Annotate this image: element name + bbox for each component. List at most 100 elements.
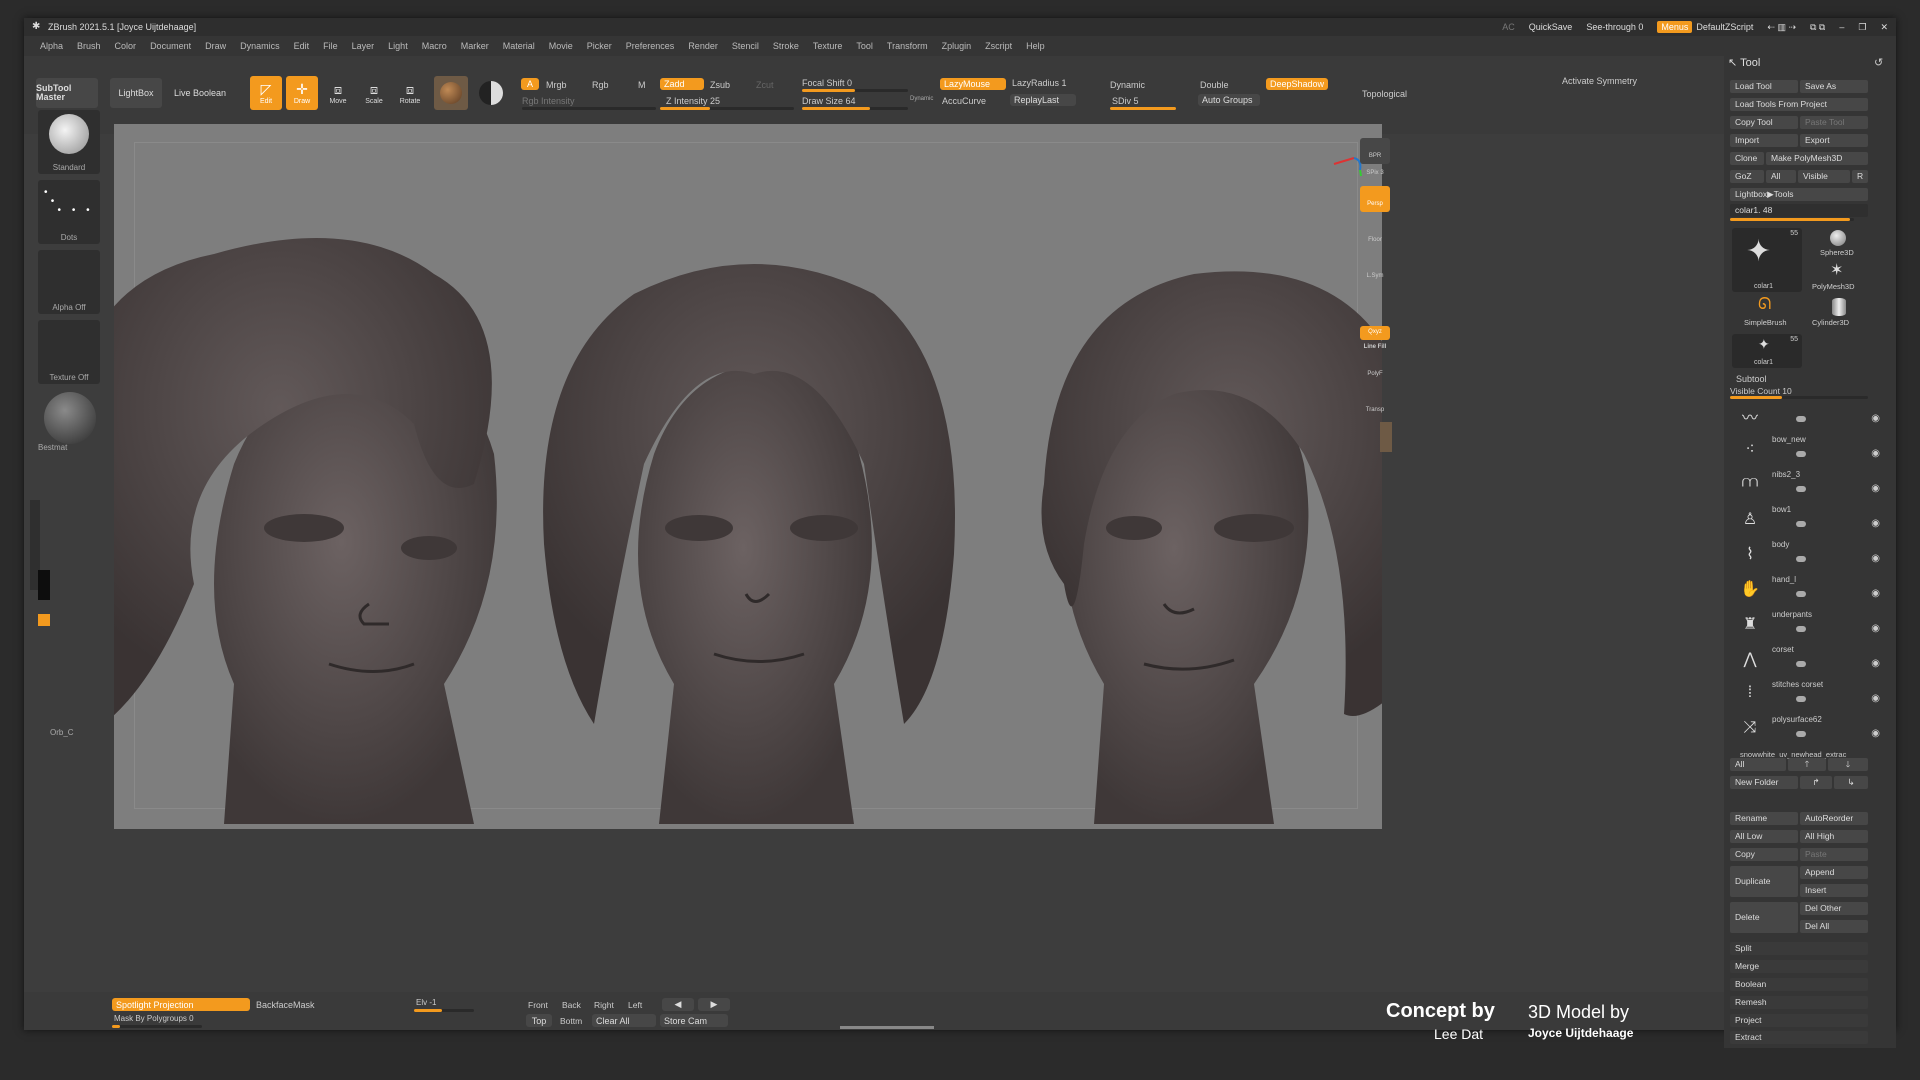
subtool-toggle[interactable] bbox=[1796, 731, 1806, 737]
persp-toggle[interactable]: Persp bbox=[1360, 186, 1390, 212]
autoreorder-button[interactable]: AutoReorder bbox=[1800, 812, 1868, 825]
subtool-row-polysurface62[interactable]: ⤨ polysurface62 ◉ bbox=[1738, 715, 1880, 750]
next-view-button[interactable]: ▶ bbox=[698, 998, 730, 1011]
paste-subtool-button[interactable]: Paste bbox=[1800, 848, 1868, 861]
material-picker[interactable] bbox=[434, 76, 468, 110]
menu-file[interactable]: File bbox=[323, 41, 338, 51]
menu-marker[interactable]: Marker bbox=[461, 41, 489, 51]
subtool-toggle[interactable] bbox=[1796, 451, 1806, 457]
copy-tool-button[interactable]: Copy Tool bbox=[1730, 116, 1798, 129]
focal-shift-track[interactable] bbox=[802, 89, 908, 92]
topological-toggle[interactable]: Topological bbox=[1362, 89, 1407, 99]
subtool-toggle[interactable] bbox=[1796, 696, 1806, 702]
subtool-row-stitches-corset[interactable]: ⁞ stitches corset ◉ bbox=[1738, 680, 1880, 715]
eye-icon[interactable]: ◉ bbox=[1871, 588, 1880, 599]
auto-groups-button[interactable]: Auto Groups bbox=[1198, 94, 1260, 106]
palette-reset-icon[interactable]: ↺ bbox=[1874, 56, 1883, 69]
goz-visible-button[interactable]: Visible bbox=[1798, 170, 1850, 183]
double-toggle[interactable]: Double bbox=[1200, 80, 1229, 90]
subtool-row-nibs2-3[interactable]: ⩋ nibs2_3 ◉ bbox=[1738, 470, 1880, 505]
transp-toggle[interactable]: Transp bbox=[1360, 392, 1390, 418]
make-polymesh3d-button[interactable]: Make PolyMesh3D bbox=[1766, 152, 1868, 165]
eye-icon[interactable]: ◉ bbox=[1871, 553, 1880, 564]
project-section[interactable]: Project bbox=[1730, 1014, 1868, 1027]
export-button[interactable]: Export bbox=[1800, 134, 1868, 147]
layout-switch-icon[interactable]: ⧉ ⧉ bbox=[1810, 22, 1825, 33]
draw-size-slider[interactable]: Draw Size 64 bbox=[802, 96, 856, 106]
edit-mode-button[interactable]: ◸ Edit bbox=[250, 76, 282, 110]
top-view-button[interactable]: Top bbox=[526, 1014, 552, 1027]
document-canvas[interactable] bbox=[114, 124, 1382, 829]
lightbox-button[interactable]: LightBox bbox=[110, 78, 162, 108]
subtool-row-hand-l[interactable]: ✋ hand_l ◉ bbox=[1738, 575, 1880, 610]
draw-size-track[interactable] bbox=[802, 107, 908, 110]
delete-button[interactable]: Delete bbox=[1730, 902, 1798, 933]
menu-document[interactable]: Document bbox=[150, 41, 191, 51]
elv-track[interactable] bbox=[414, 1009, 474, 1012]
deepshadow-toggle[interactable]: DeepShadow bbox=[1266, 78, 1328, 90]
menu-stencil[interactable]: Stencil bbox=[732, 41, 759, 51]
del-other-button[interactable]: Del Other bbox=[1800, 902, 1868, 915]
tool-thumb-cylinder3d[interactable]: Cylinder3D bbox=[1810, 296, 1866, 330]
move-mode-button[interactable]: ⧈ Move bbox=[322, 76, 354, 110]
menu-preferences[interactable]: Preferences bbox=[626, 41, 675, 51]
solo-toggle[interactable] bbox=[1380, 422, 1392, 452]
floor-toggle[interactable]: Floor bbox=[1360, 222, 1390, 248]
subtool-toggle[interactable] bbox=[1796, 661, 1806, 667]
see-through-slider[interactable]: See-through 0 bbox=[1586, 22, 1643, 32]
m-button[interactable]: M bbox=[638, 80, 646, 90]
boolean-section[interactable]: Boolean bbox=[1730, 978, 1868, 991]
right-view-button[interactable]: Right bbox=[594, 1000, 614, 1010]
subtool-up-button[interactable]: 🡑 bbox=[1788, 758, 1826, 771]
sdiv-track[interactable] bbox=[1110, 107, 1176, 110]
subtool-header[interactable]: Subtool bbox=[1736, 374, 1767, 384]
subtool-toggle[interactable] bbox=[1796, 521, 1806, 527]
tool-thumb-colar1[interactable]: ✦ 55 colar1 bbox=[1732, 228, 1802, 292]
alt-color-toggle[interactable] bbox=[38, 614, 50, 626]
eye-icon[interactable]: ◉ bbox=[1871, 518, 1880, 529]
menu-light[interactable]: Light bbox=[388, 41, 408, 51]
menu-transform[interactable]: Transform bbox=[887, 41, 928, 51]
current-tool-slider[interactable]: colar1. 48 bbox=[1730, 204, 1868, 217]
menu-alpha[interactable]: Alpha bbox=[40, 41, 63, 51]
menu-texture[interactable]: Texture bbox=[813, 41, 843, 51]
menus-toggle[interactable]: Menus bbox=[1657, 21, 1693, 33]
layout-arrows-icon[interactable]: ⇠ ▥ ⇢ bbox=[1767, 22, 1796, 33]
menu-edit[interactable]: Edit bbox=[294, 41, 310, 51]
visible-count-slider[interactable]: Visible Count 10 bbox=[1730, 386, 1792, 396]
current-tool-track[interactable] bbox=[1730, 218, 1854, 221]
subtool-row-body[interactable]: ⌇ body ◉ bbox=[1738, 540, 1880, 575]
append-button[interactable]: Append bbox=[1800, 866, 1868, 879]
tool-palette-header[interactable]: ↖ Tool bbox=[1728, 56, 1760, 69]
bpr-button[interactable]: BPR bbox=[1360, 138, 1390, 164]
sdiv-slider[interactable]: SDiv 5 bbox=[1112, 96, 1139, 106]
goz-button[interactable]: GoZ bbox=[1730, 170, 1764, 183]
lock-icon[interactable] bbox=[1360, 294, 1390, 320]
lazyradius-slider[interactable]: LazyRadius 1 bbox=[1012, 78, 1067, 88]
tool-thumb-colar1-secondary[interactable]: ✦ 55 colar1 bbox=[1732, 334, 1802, 368]
goz-r-button[interactable]: R bbox=[1852, 170, 1868, 183]
clone-button[interactable]: Clone bbox=[1730, 152, 1764, 165]
eye-icon[interactable]: ◉ bbox=[1871, 623, 1880, 634]
merge-section[interactable]: Merge bbox=[1730, 960, 1868, 973]
quicksave-button[interactable]: QuickSave bbox=[1529, 22, 1573, 32]
front-view-button[interactable]: Front bbox=[528, 1000, 548, 1010]
back-view-button[interactable]: Back bbox=[562, 1000, 581, 1010]
load-tool-button[interactable]: Load Tool bbox=[1730, 80, 1798, 93]
line-fill-toggle[interactable]: Line Fill bbox=[1360, 342, 1390, 354]
menu-stroke[interactable]: Stroke bbox=[773, 41, 799, 51]
move-up-icon[interactable]: ↱ bbox=[1800, 776, 1832, 789]
eye-icon[interactable]: ◉ bbox=[1871, 658, 1880, 669]
zsub-toggle[interactable]: Zsub bbox=[710, 80, 730, 90]
bottom-view-button[interactable]: Bottm bbox=[560, 1016, 582, 1026]
all-high-button[interactable]: All High bbox=[1800, 830, 1868, 843]
previous-view-button[interactable]: ◀ bbox=[662, 998, 694, 1011]
polyframe-toggle[interactable]: PolyF bbox=[1360, 356, 1390, 382]
copy-subtool-button[interactable]: Copy bbox=[1730, 848, 1798, 861]
subtool-toggle[interactable] bbox=[1796, 591, 1806, 597]
menu-dynamics[interactable]: Dynamics bbox=[240, 41, 280, 51]
menu-material[interactable]: Material bbox=[503, 41, 535, 51]
eye-icon[interactable]: ◉ bbox=[1871, 413, 1880, 424]
extract-section[interactable]: Extract bbox=[1730, 1031, 1868, 1044]
menu-macro[interactable]: Macro bbox=[422, 41, 447, 51]
